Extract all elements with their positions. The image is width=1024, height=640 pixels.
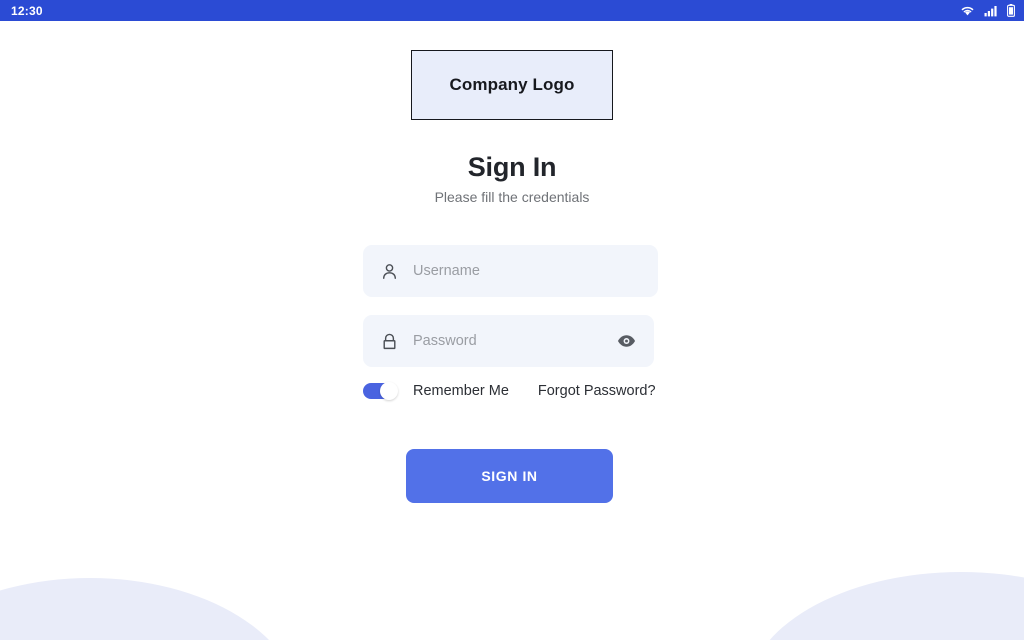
page-subtitle: Please fill the credentials [434,189,590,205]
forgot-password-link[interactable]: Forgot Password? [538,383,656,399]
page-title: Sign In [467,152,557,182]
login-screen: Company Logo Sign In Please fill the cre… [0,21,1024,640]
status-bar: 12:30 [0,0,1024,21]
username-input[interactable] [413,263,641,279]
remember-me-label: Remember Me [413,383,509,399]
eye-icon[interactable] [615,330,637,352]
status-bar-icons [960,4,1015,17]
company-logo: Company Logo [411,50,613,120]
remember-me-toggle-knob [380,382,398,400]
remember-me-toggle[interactable] [363,382,398,400]
company-logo-label: Company Logo [449,75,575,94]
person-icon [380,262,399,281]
password-input[interactable] [413,333,615,349]
status-bar-time: 12:30 [11,3,43,18]
wifi-icon [960,5,975,17]
cellular-signal-icon [984,5,998,17]
lock-icon [380,332,399,351]
remember-forgot-row: Remember Me Forgot Password? [363,379,656,403]
sign-in-button[interactable]: SIGN IN [406,449,613,503]
username-field[interactable] [363,245,658,297]
battery-icon [1007,4,1015,17]
password-field[interactable] [363,315,654,367]
